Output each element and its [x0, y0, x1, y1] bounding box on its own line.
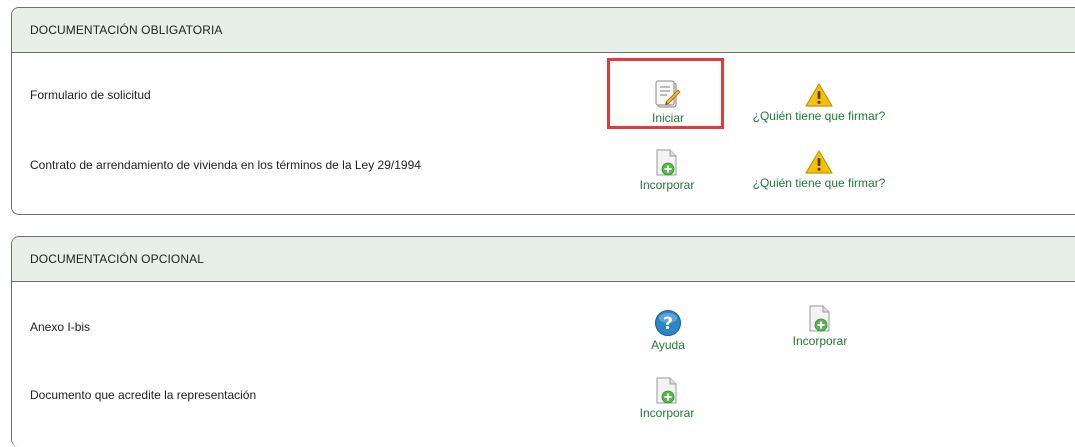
optional-panel-title: DOCUMENTACIÓN OPCIONAL — [30, 252, 204, 266]
document-label: Anexo I-bis — [30, 320, 91, 334]
who-signs-label: ¿Quién tiene que firmar? — [752, 176, 886, 190]
who-signs-link-2[interactable]: ¿Quién tiene que firmar? — [749, 149, 889, 190]
incorporar-button-contrato[interactable]: Incorporar — [631, 149, 703, 192]
who-signs-link-1[interactable]: ¿Quién tiene que firmar? — [749, 82, 889, 123]
ayuda-button[interactable]: ? Ayuda — [638, 309, 698, 352]
document-row-contrato: Contrato de arrendamiento de vivienda en… — [12, 158, 1075, 202]
ayuda-label: Ayuda — [651, 338, 685, 352]
incorporar-label: Incorporar — [639, 178, 695, 192]
mandatory-documents-panel: DOCUMENTACIÓN OBLIGATORIA Formulario de … — [11, 7, 1075, 215]
svg-text:?: ? — [663, 314, 673, 334]
document-label: Contrato de arrendamiento de vivienda en… — [30, 158, 421, 172]
optional-panel-header: DOCUMENTACIÓN OPCIONAL — [12, 237, 1075, 282]
add-document-icon — [655, 149, 679, 177]
incorporar-button-anexo[interactable]: Incorporar — [784, 305, 856, 348]
mandatory-panel-header: DOCUMENTACIÓN OBLIGATORIA — [12, 8, 1075, 53]
help-icon: ? — [654, 309, 682, 337]
document-row-formulario: Formulario de solicitud — [12, 88, 1075, 132]
document-row-anexo: Anexo I-bis — [12, 320, 1075, 364]
incorporar-button-representacion[interactable]: Incorporar — [631, 377, 703, 420]
add-document-icon — [655, 377, 679, 405]
incorporar-label: Incorporar — [639, 406, 695, 420]
optional-documents-panel: DOCUMENTACIÓN OPCIONAL Anexo I-bis ? Ayu… — [11, 236, 1075, 447]
warning-icon — [804, 82, 834, 108]
document-label: Formulario de solicitud — [30, 88, 151, 102]
incorporar-label: Incorporar — [792, 334, 848, 348]
warning-icon — [804, 149, 834, 175]
add-document-icon — [808, 305, 832, 333]
who-signs-label: ¿Quién tiene que firmar? — [752, 109, 886, 123]
document-label: Documento que acredite la representación — [30, 388, 257, 402]
mandatory-panel-title: DOCUMENTACIÓN OBLIGATORIA — [30, 23, 223, 37]
document-row-representacion: Documento que acredite la representación — [12, 388, 1075, 432]
iniciar-highlight-box — [607, 58, 724, 129]
